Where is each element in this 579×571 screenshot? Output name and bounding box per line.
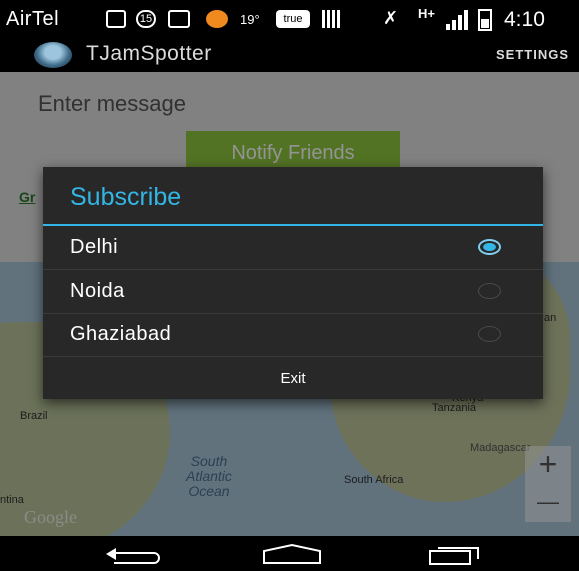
status-bar: AirTel 15 19° true ✗ H+ 4:10 <box>0 0 579 38</box>
dialog-title: Subscribe <box>70 183 182 211</box>
app-title: TJamSpotter <box>86 42 212 65</box>
count-badge-icon: 15 <box>136 10 156 28</box>
option-label: Delhi <box>70 236 119 258</box>
mute-icon: ✗ <box>383 8 399 28</box>
exit-button[interactable]: Exit <box>43 357 543 399</box>
radio-unchecked-icon[interactable] <box>478 326 501 342</box>
home-icon[interactable] <box>262 543 322 565</box>
back-icon[interactable] <box>104 544 160 564</box>
carrier-name: AirTel <box>6 8 60 30</box>
mail-notification-icon <box>168 10 190 28</box>
network-type: H+ <box>418 6 435 21</box>
option-label: Noida <box>70 280 125 302</box>
battery-icon <box>478 9 492 31</box>
option-delhi[interactable]: Delhi <box>43 226 543 270</box>
option-noida[interactable]: Noida <box>43 270 543 314</box>
option-ghaziabad[interactable]: Ghaziabad <box>43 313 543 357</box>
radio-unchecked-icon[interactable] <box>478 283 501 299</box>
barcode-icon <box>322 10 342 28</box>
recent-apps-icon[interactable] <box>428 545 482 565</box>
action-bar: TJamSpotter SETTINGS <box>0 38 579 72</box>
navigation-bar <box>0 536 579 571</box>
signal-icon <box>446 10 470 30</box>
temperature-text: 19° <box>240 12 260 27</box>
radio-checked-icon[interactable] <box>478 239 501 255</box>
settings-button[interactable]: SETTINGS <box>496 47 569 62</box>
subscribe-dialog: Subscribe Delhi Noida Ghaziabad Exit <box>43 167 543 399</box>
true-badge-icon: true <box>276 10 310 28</box>
clock-time: 4:10 <box>504 8 545 31</box>
option-label: Ghaziabad <box>70 323 172 345</box>
image-notification-icon <box>106 10 126 28</box>
app-logo-icon[interactable] <box>34 42 72 68</box>
app-notification-icon <box>206 10 228 28</box>
